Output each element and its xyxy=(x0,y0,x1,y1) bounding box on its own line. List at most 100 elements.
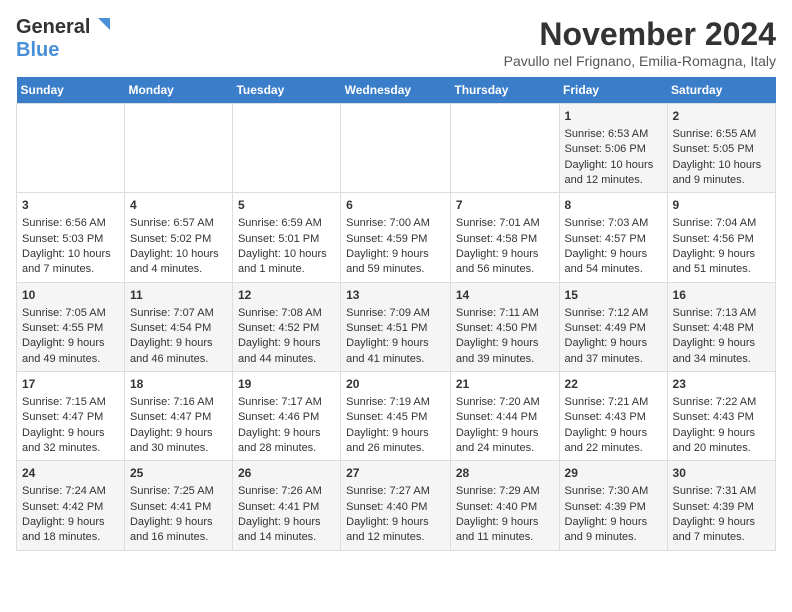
day-number: 10 xyxy=(22,287,119,304)
day-number: 15 xyxy=(565,287,662,304)
week-row-1: 3 Sunrise: 6:56 AM Sunset: 5:03 PM Daylig… xyxy=(17,193,776,282)
day-info: Sunrise: 7:17 AM Sunset: 4:46 PM Dayligh… xyxy=(238,396,322,454)
day-info: Sunrise: 7:00 AM Sunset: 4:59 PM Dayligh… xyxy=(346,217,430,275)
day-number: 2 xyxy=(673,108,770,125)
day-info: Sunrise: 7:11 AM Sunset: 4:50 PM Dayligh… xyxy=(456,307,539,365)
day-cell: 19 Sunrise: 7:17 AM Sunset: 4:46 PM Dayli… xyxy=(232,372,340,461)
day-number: 11 xyxy=(130,287,227,304)
day-info: Sunrise: 6:56 AM Sunset: 5:03 PM Dayligh… xyxy=(22,217,111,275)
day-cell xyxy=(450,104,559,193)
day-info: Sunrise: 6:59 AM Sunset: 5:01 PM Dayligh… xyxy=(238,217,327,275)
calendar-table: SundayMondayTuesdayWednesdayThursdayFrid… xyxy=(16,77,776,551)
day-info: Sunrise: 6:55 AM Sunset: 5:05 PM Dayligh… xyxy=(673,128,762,186)
day-info: Sunrise: 7:08 AM Sunset: 4:52 PM Dayligh… xyxy=(238,307,322,365)
header-sunday: Sunday xyxy=(17,77,125,104)
month-title: November 2024 xyxy=(504,16,776,53)
header-friday: Friday xyxy=(559,77,667,104)
day-cell: 10 Sunrise: 7:05 AM Sunset: 4:55 PM Dayli… xyxy=(17,282,125,371)
week-row-4: 24Sunrise: 7:24 AM Sunset: 4:42 PM Dayli… xyxy=(17,461,776,550)
day-number: 22 xyxy=(565,376,662,393)
day-info: Sunrise: 7:15 AM Sunset: 4:47 PM Dayligh… xyxy=(22,396,106,454)
day-cell: 2 Sunrise: 6:55 AM Sunset: 5:05 PM Daylig… xyxy=(667,104,775,193)
day-info: Sunrise: 7:01 AM Sunset: 4:58 PM Dayligh… xyxy=(456,217,540,275)
day-info: Sunrise: 7:25 AM Sunset: 4:41 PM Dayligh… xyxy=(130,485,214,543)
logo: General Blue xyxy=(16,16,110,62)
day-number: 16 xyxy=(673,287,770,304)
day-number: 4 xyxy=(130,197,227,214)
day-number: 19 xyxy=(238,376,335,393)
day-info: Sunrise: 7:20 AM Sunset: 4:44 PM Dayligh… xyxy=(456,396,540,454)
day-number: 17 xyxy=(22,376,119,393)
day-cell: 22 Sunrise: 7:21 AM Sunset: 4:43 PM Dayli… xyxy=(559,372,667,461)
day-info: Sunrise: 7:04 AM Sunset: 4:56 PM Dayligh… xyxy=(673,217,757,275)
day-number: 5 xyxy=(238,197,335,214)
day-info: Sunrise: 7:27 AM Sunset: 4:40 PM Dayligh… xyxy=(346,485,430,543)
day-number: 6 xyxy=(346,197,445,214)
day-cell: 16 Sunrise: 7:13 AM Sunset: 4:48 PM Dayli… xyxy=(667,282,775,371)
day-cell: 15 Sunrise: 7:12 AM Sunset: 4:49 PM Dayli… xyxy=(559,282,667,371)
day-info: Sunrise: 7:26 AM Sunset: 4:41 PM Dayligh… xyxy=(238,485,322,543)
day-number: 28 xyxy=(456,465,554,482)
day-info: Sunrise: 6:57 AM Sunset: 5:02 PM Dayligh… xyxy=(130,217,219,275)
week-row-0: 1 Sunrise: 6:53 AM Sunset: 5:06 PM Daylig… xyxy=(17,104,776,193)
day-number: 13 xyxy=(346,287,445,304)
day-cell: 3 Sunrise: 6:56 AM Sunset: 5:03 PM Daylig… xyxy=(17,193,125,282)
day-number: 14 xyxy=(456,287,554,304)
day-cell xyxy=(341,104,451,193)
header-monday: Monday xyxy=(124,77,232,104)
day-info: Sunrise: 7:21 AM Sunset: 4:43 PM Dayligh… xyxy=(565,396,649,454)
day-number: 23 xyxy=(673,376,770,393)
day-cell: 4 Sunrise: 6:57 AM Sunset: 5:02 PM Daylig… xyxy=(124,193,232,282)
day-cell: 29Sunrise: 7:30 AM Sunset: 4:39 PM Dayli… xyxy=(559,461,667,550)
day-info: Sunrise: 7:05 AM Sunset: 4:55 PM Dayligh… xyxy=(22,307,106,365)
day-cell: 11 Sunrise: 7:07 AM Sunset: 4:54 PM Dayli… xyxy=(124,282,232,371)
day-info: Sunrise: 6:53 AM Sunset: 5:06 PM Dayligh… xyxy=(565,128,654,186)
day-number: 9 xyxy=(673,197,770,214)
day-info: Sunrise: 7:09 AM Sunset: 4:51 PM Dayligh… xyxy=(346,307,430,365)
day-cell: 5 Sunrise: 6:59 AM Sunset: 5:01 PM Daylig… xyxy=(232,193,340,282)
week-row-3: 17 Sunrise: 7:15 AM Sunset: 4:47 PM Dayli… xyxy=(17,372,776,461)
day-info: Sunrise: 7:03 AM Sunset: 4:57 PM Dayligh… xyxy=(565,217,649,275)
day-cell: 24Sunrise: 7:24 AM Sunset: 4:42 PM Dayli… xyxy=(17,461,125,550)
logo-general: General xyxy=(16,16,90,39)
location-subtitle: Pavullo nel Frignano, Emilia-Romagna, It… xyxy=(504,53,776,69)
day-info: Sunrise: 7:16 AM Sunset: 4:47 PM Dayligh… xyxy=(130,396,214,454)
day-cell: 21Sunrise: 7:20 AM Sunset: 4:44 PM Dayli… xyxy=(450,372,559,461)
header-tuesday: Tuesday xyxy=(232,77,340,104)
day-cell: 30Sunrise: 7:31 AM Sunset: 4:39 PM Dayli… xyxy=(667,461,775,550)
day-info: Sunrise: 7:29 AM Sunset: 4:40 PM Dayligh… xyxy=(456,485,540,543)
day-cell: 28 Sunrise: 7:29 AM Sunset: 4:40 PM Dayli… xyxy=(450,461,559,550)
day-info: Sunrise: 7:24 AM Sunset: 4:42 PM Dayligh… xyxy=(22,485,106,543)
day-cell: 8 Sunrise: 7:03 AM Sunset: 4:57 PM Daylig… xyxy=(559,193,667,282)
day-number: 25 xyxy=(130,465,227,482)
logo-icon xyxy=(92,16,110,34)
day-cell: 26 Sunrise: 7:26 AM Sunset: 4:41 PM Dayli… xyxy=(232,461,340,550)
day-number: 3 xyxy=(22,197,119,214)
day-cell: 20Sunrise: 7:19 AM Sunset: 4:45 PM Dayli… xyxy=(341,372,451,461)
week-row-2: 10 Sunrise: 7:05 AM Sunset: 4:55 PM Dayli… xyxy=(17,282,776,371)
day-info: Sunrise: 7:12 AM Sunset: 4:49 PM Dayligh… xyxy=(565,307,649,365)
day-number: 1 xyxy=(565,108,662,125)
day-number: 27 xyxy=(346,465,445,482)
day-cell: 17 Sunrise: 7:15 AM Sunset: 4:47 PM Dayli… xyxy=(17,372,125,461)
day-info: Sunrise: 7:13 AM Sunset: 4:48 PM Dayligh… xyxy=(673,307,757,365)
day-number: 29 xyxy=(565,465,662,482)
day-cell: 23 Sunrise: 7:22 AM Sunset: 4:43 PM Dayli… xyxy=(667,372,775,461)
day-number: 18 xyxy=(130,376,227,393)
day-number: 8 xyxy=(565,197,662,214)
day-number: 26 xyxy=(238,465,335,482)
day-cell: 6 Sunrise: 7:00 AM Sunset: 4:59 PM Daylig… xyxy=(341,193,451,282)
header-wednesday: Wednesday xyxy=(341,77,451,104)
day-cell: 1 Sunrise: 6:53 AM Sunset: 5:06 PM Daylig… xyxy=(559,104,667,193)
day-number: 30 xyxy=(673,465,770,482)
header-row: SundayMondayTuesdayWednesdayThursdayFrid… xyxy=(17,77,776,104)
day-cell: 14 Sunrise: 7:11 AM Sunset: 4:50 PM Dayli… xyxy=(450,282,559,371)
day-info: Sunrise: 7:07 AM Sunset: 4:54 PM Dayligh… xyxy=(130,307,214,365)
day-cell xyxy=(232,104,340,193)
title-area: November 2024 Pavullo nel Frignano, Emil… xyxy=(504,16,776,69)
day-info: Sunrise: 7:22 AM Sunset: 4:43 PM Dayligh… xyxy=(673,396,757,454)
day-cell: 18 Sunrise: 7:16 AM Sunset: 4:47 PM Dayli… xyxy=(124,372,232,461)
day-cell xyxy=(124,104,232,193)
header-saturday: Saturday xyxy=(667,77,775,104)
day-cell xyxy=(17,104,125,193)
